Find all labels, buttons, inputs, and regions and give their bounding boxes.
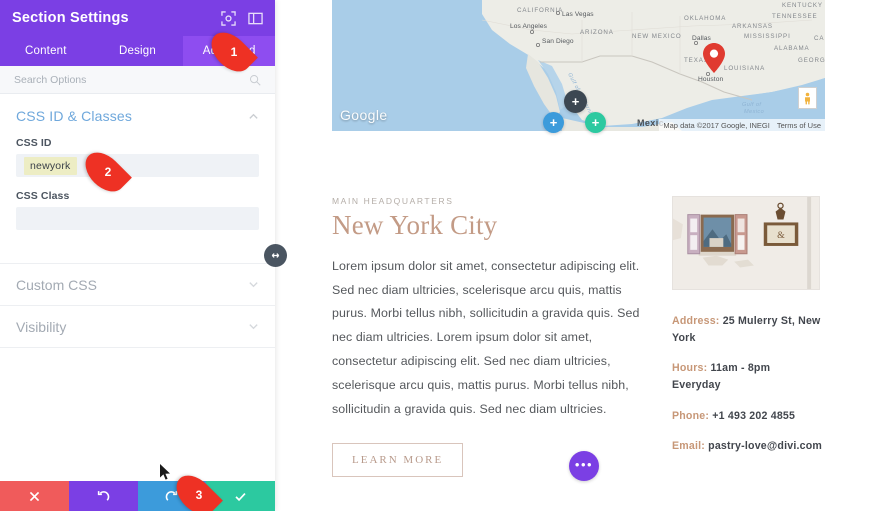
tab-advanced[interactable]: Advanced <box>183 36 276 66</box>
group-title: Visibility <box>16 318 67 335</box>
page-title: New York City <box>332 210 498 240</box>
info-key: Hours: <box>672 362 708 375</box>
body-paragraph: Lorem ipsum dolor sit amet, consectetur … <box>332 258 640 416</box>
svg-text:ARIZONA: ARIZONA <box>580 29 614 36</box>
resize-horizontal-icon <box>271 253 280 258</box>
map-data-credit: Map data ©2017 Google, INEGI <box>663 120 770 130</box>
undo-icon <box>97 490 109 501</box>
custom-css-group[interactable]: Custom CSS <box>0 263 275 305</box>
css-class-label: CSS Class <box>16 190 70 202</box>
svg-text:NEW MEXICO: NEW MEXICO <box>632 33 682 40</box>
module-options-button[interactable]: ••• <box>569 451 599 481</box>
section-settings-panel: Section Settings Content Design Advanced <box>0 0 276 511</box>
css-id-input[interactable]: newyork <box>16 154 259 177</box>
layout-columns-icon[interactable] <box>248 11 263 26</box>
plus-icon: + <box>591 115 600 130</box>
list-item: Hours: 11am - 8pm Everyday <box>672 360 822 394</box>
info-key: Address: <box>672 315 720 327</box>
ellipsis-icon: ••• <box>574 457 594 472</box>
check-icon <box>235 492 246 501</box>
contact-info-list: Address: 25 Mulerry St, New York Hours: … <box>672 313 822 455</box>
info-value: pastry-love@divi.com <box>708 439 822 452</box>
google-watermark: Google <box>340 107 388 123</box>
css-id-label: CSS ID <box>16 137 52 149</box>
svg-text:KENTUCKY: KENTUCKY <box>782 2 823 9</box>
eyebrow-text: MAIN HEADQUARTERS <box>332 196 454 206</box>
svg-text:ARKANSAS: ARKANSAS <box>732 23 773 30</box>
info-column: & Address: 25 Mulerry St, New York Hours… <box>672 196 822 468</box>
css-class-field: CSS Class <box>16 190 259 230</box>
svg-text:San Diego: San Diego <box>542 38 574 45</box>
tab-content[interactable]: Content <box>0 36 92 66</box>
svg-text:Las Vegas: Las Vegas <box>562 11 594 18</box>
search-icon <box>250 74 261 86</box>
panel-header: Section Settings <box>0 0 275 36</box>
close-icon <box>29 491 40 501</box>
search-options-row[interactable] <box>0 66 275 94</box>
group-title: Custom CSS <box>16 276 97 293</box>
panel-tabs: Content Design Advanced <box>0 36 276 66</box>
photo-illustration: & <box>673 197 819 289</box>
svg-text:LOUISIANA: LOUISIANA <box>724 65 765 72</box>
wall-photo: & <box>672 196 820 290</box>
list-item: Phone: +1 493 202 4855 <box>672 408 822 425</box>
svg-text:MISSISSIPPI: MISSISSIPPI <box>744 33 791 40</box>
panel-title: Section Settings <box>12 10 129 26</box>
save-button[interactable] <box>206 481 275 511</box>
undo-button[interactable] <box>68 481 138 511</box>
add-module-button[interactable]: + <box>585 112 606 133</box>
screen: CALIFORNIA ARIZONA NEW MEXICO TEXAS OKLA… <box>0 0 880 511</box>
svg-text:Dallas: Dallas <box>692 35 712 42</box>
panel-body: CSS ID & Classes CSS ID newyork CSS Clas… <box>0 94 275 511</box>
css-id-classes-group: CSS ID & Classes CSS ID newyork CSS Clas… <box>0 94 275 245</box>
search-input[interactable] <box>14 73 249 86</box>
css-class-input[interactable] <box>16 207 259 230</box>
panel-footer <box>0 481 275 511</box>
mouse-cursor <box>160 464 170 480</box>
street-view-pegman-icon[interactable] <box>798 87 817 109</box>
list-item: Email: pastry-love@divi.com <box>672 438 822 455</box>
svg-text:TENNESSEE: TENNESSEE <box>772 13 818 20</box>
svg-text:CA: CA <box>814 35 824 42</box>
cancel-button[interactable] <box>0 481 69 511</box>
group-title: CSS ID & Classes <box>16 108 132 124</box>
info-key: Email: <box>672 439 705 452</box>
add-section-button[interactable]: + <box>564 90 587 113</box>
svg-text:Los Angeles: Los Angeles <box>510 23 548 30</box>
tab-design[interactable]: Design <box>92 36 184 66</box>
info-key: Phone: <box>672 409 710 422</box>
add-row-button[interactable]: + <box>543 112 564 133</box>
list-item: Address: 25 Mulerry St, New York <box>672 313 822 347</box>
redo-icon <box>166 490 178 501</box>
map-location-pin[interactable] <box>703 43 725 73</box>
chevron-down-icon <box>249 324 258 330</box>
svg-text:Mexico: Mexico <box>744 109 764 115</box>
map-attribution: Map data ©2017 Google, INEGI Terms of Us… <box>659 119 825 131</box>
chevron-up-icon <box>249 113 258 119</box>
redo-button[interactable] <box>137 481 207 511</box>
page-preview: CALIFORNIA ARIZONA NEW MEXICO TEXAS OKLA… <box>275 0 880 511</box>
chevron-down-icon <box>249 282 258 288</box>
info-value: +1 493 202 4855 <box>712 409 796 422</box>
terms-of-use-link[interactable]: Terms of Use <box>777 121 821 130</box>
svg-text:Gulf of: Gulf of <box>742 102 762 108</box>
panel-resize-handle[interactable] <box>264 244 287 267</box>
svg-text:Houston: Houston <box>698 76 723 83</box>
plus-icon: + <box>549 115 558 130</box>
svg-text:OKLAHOMA: OKLAHOMA <box>684 15 726 22</box>
svg-text:GEORG: GEORG <box>798 57 825 64</box>
css-id-value: newyork <box>24 156 77 175</box>
text-column: MAIN HEADQUARTERS New York City Lorem ip… <box>332 196 652 478</box>
svg-text:ALABAMA: ALABAMA <box>774 45 810 52</box>
learn-more-button[interactable]: LEARN MORE <box>332 443 464 478</box>
svg-text:&: & <box>777 230 785 241</box>
plus-icon: + <box>571 94 580 109</box>
css-id-classes-header[interactable]: CSS ID & Classes <box>16 108 259 124</box>
visibility-group[interactable]: Visibility <box>0 305 275 347</box>
css-id-field: CSS ID newyork <box>16 137 259 177</box>
expand-icon[interactable] <box>221 10 236 26</box>
